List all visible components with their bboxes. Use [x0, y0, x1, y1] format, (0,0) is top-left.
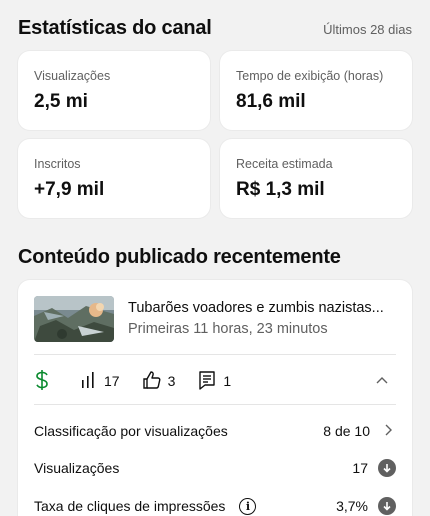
arrow-down-circle-icon [378, 497, 396, 515]
views-row[interactable]: Visualizações 17 [34, 457, 396, 479]
monetization-metric [34, 369, 56, 394]
recent-content-title: Conteúdo publicado recentemente [18, 246, 341, 268]
stat-card-revenue[interactable]: Receita estimada R$ 1,3 mil [220, 139, 412, 218]
recent-content-header: Conteúdo publicado recentemente [18, 246, 412, 269]
ctr-row[interactable]: Taxa de cliques de impressões i 3,7% [34, 495, 396, 516]
ranking-row[interactable]: Classificação por visualizações 8 de 10 [34, 420, 396, 442]
stat-label: Inscritos [34, 157, 81, 171]
stat-card-views[interactable]: Visualizações 2,5 mi [18, 51, 210, 130]
stat-card-watch-time[interactable]: Tempo de exibição (horas) 81,6 mil [220, 51, 412, 130]
divider [34, 404, 396, 405]
views-value: 17 [352, 460, 368, 476]
video-subtitle: Primeiras 11 horas, 23 minutos [128, 321, 328, 337]
comment-icon [197, 370, 223, 393]
recent-video-card[interactable]: Tubarões voadores e zumbis nazistas... P… [18, 280, 412, 516]
stat-label: Receita estimada [236, 157, 333, 171]
chevron-up-icon[interactable] [374, 372, 390, 393]
likes-metric: 3 [142, 370, 176, 393]
views-count: 17 [104, 373, 120, 389]
video-title[interactable]: Tubarões voadores e zumbis nazistas... [128, 300, 398, 316]
video-metrics-row: 17 3 1 [34, 368, 396, 394]
stat-value: 81,6 mil [236, 91, 306, 112]
stat-label: Visualizações [34, 69, 111, 83]
channel-stats-title: Estatísticas do canal [18, 17, 212, 39]
divider [34, 354, 396, 355]
ranking-label: Classificação por visualizações [34, 423, 228, 439]
period-label: Últimos 28 dias [323, 22, 412, 37]
stat-value: R$ 1,3 mil [236, 179, 325, 200]
comments-metric: 1 [197, 370, 231, 393]
stat-card-subscribers[interactable]: Inscritos +7,9 mil [18, 139, 210, 218]
info-icon[interactable]: i [239, 497, 257, 515]
stat-value: 2,5 mi [34, 91, 88, 112]
chevron-right-icon[interactable] [380, 422, 396, 441]
video-thumbnail[interactable] [34, 296, 114, 342]
bar-chart-icon [80, 371, 104, 392]
arrow-down-circle-icon [378, 459, 396, 477]
stat-value: +7,9 mil [34, 179, 105, 200]
comments-count: 1 [223, 373, 232, 389]
likes-count: 3 [167, 373, 176, 389]
stat-label: Tempo de exibição (horas) [236, 69, 384, 83]
views-metric: 17 [80, 371, 120, 392]
ranking-value: 8 de 10 [323, 423, 370, 439]
dollar-icon [34, 369, 56, 394]
thumbs-up-icon [142, 370, 168, 393]
ctr-value: 3,7% [336, 498, 368, 514]
ctr-label: Taxa de cliques de impressões [34, 498, 226, 514]
channel-stats-header: Estatísticas do canal Últimos 28 dias [18, 17, 412, 40]
views-label: Visualizações [34, 460, 120, 476]
